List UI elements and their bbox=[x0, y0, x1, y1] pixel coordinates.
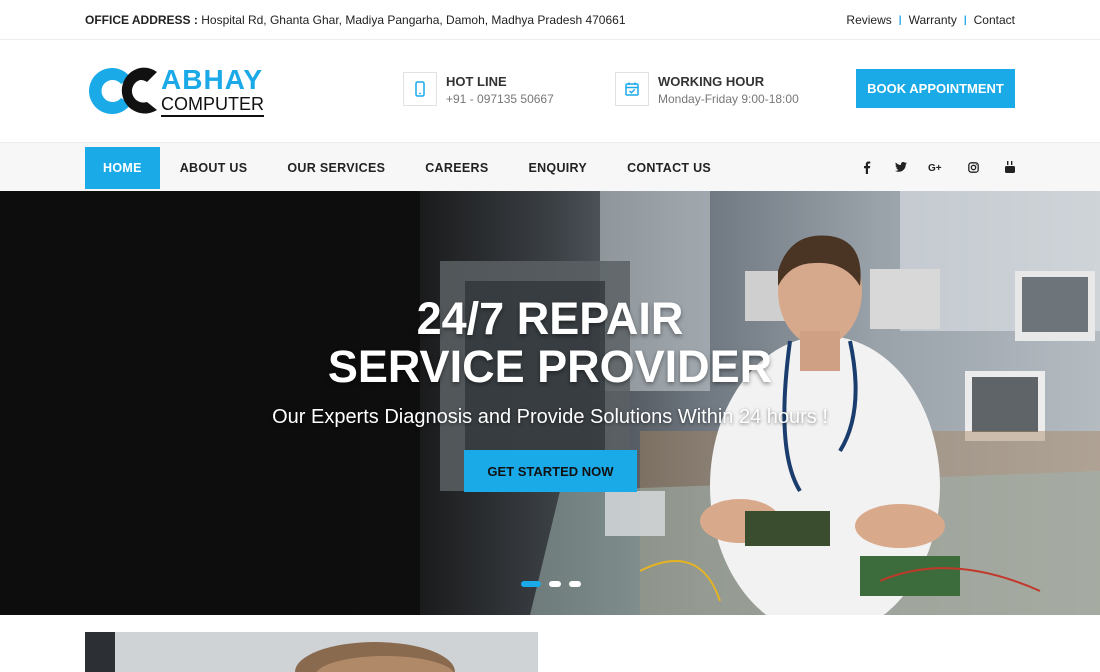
main-navbar: HOME ABOUT US OUR SERVICES CAREERS ENQUI… bbox=[0, 142, 1100, 191]
working-hour-title: WORKING HOUR bbox=[658, 74, 765, 89]
logo-text-primary: ABHAY bbox=[161, 64, 263, 95]
hero-background-image bbox=[0, 191, 1100, 615]
twitter-icon[interactable] bbox=[871, 158, 907, 176]
hero-title-line-1: 24/7 REPAIR bbox=[416, 293, 684, 344]
nav-item-careers[interactable]: CAREERS bbox=[405, 147, 508, 189]
google-plus-icon[interactable]: G+ bbox=[907, 158, 943, 176]
slide-dot-3[interactable] bbox=[569, 581, 581, 587]
phone-icon bbox=[403, 72, 437, 106]
hero-subtitle: Our Experts Diagnosis and Provide Soluti… bbox=[272, 406, 828, 428]
about-image bbox=[85, 632, 538, 672]
link-separator: | bbox=[963, 14, 967, 26]
top-links: Reviews | Warranty | Contact bbox=[846, 13, 1015, 27]
office-address: OFFICE ADDRESS : Hospital Rd, Ghanta Gha… bbox=[85, 13, 626, 27]
nav-item-contact-us[interactable]: CONTACT US bbox=[607, 147, 731, 189]
site-header: ABHAY COMPUTER HOT LINE +91 - 097135 506… bbox=[0, 40, 1100, 142]
nav-item-home[interactable]: HOME bbox=[85, 147, 160, 189]
office-address-label: OFFICE ADDRESS : bbox=[85, 13, 198, 27]
working-hour-text: Monday-Friday 9:00-18:00 bbox=[658, 92, 799, 106]
office-address-text: Hospital Rd, Ghanta Ghar, Madiya Pangarh… bbox=[201, 13, 626, 27]
get-started-button[interactable]: GET STARTED NOW bbox=[464, 450, 637, 492]
logo-mark-icon bbox=[89, 67, 157, 115]
contact-link[interactable]: Contact bbox=[974, 13, 1015, 27]
main-nav: HOME ABOUT US OUR SERVICES CAREERS ENQUI… bbox=[85, 147, 731, 189]
nav-item-about-us[interactable]: ABOUT US bbox=[160, 147, 268, 189]
warranty-link[interactable]: Warranty bbox=[909, 13, 957, 27]
calendar-check-icon bbox=[615, 72, 649, 106]
top-bar: OFFICE ADDRESS : Hospital Rd, Ghanta Gha… bbox=[0, 0, 1100, 40]
working-hour-block: WORKING HOUR Monday-Friday 9:00-18:00 bbox=[615, 72, 835, 108]
about-image-photo bbox=[85, 632, 538, 672]
reviews-link[interactable]: Reviews bbox=[846, 13, 891, 27]
youtube-icon[interactable] bbox=[979, 158, 1015, 176]
logo-text-secondary: COMPUTER bbox=[161, 94, 264, 117]
instagram-icon[interactable] bbox=[943, 158, 979, 176]
hotline-number[interactable]: +91 - 097135 50667 bbox=[446, 92, 554, 106]
slide-dot-2[interactable] bbox=[549, 581, 561, 587]
nav-item-our-services[interactable]: OUR SERVICES bbox=[267, 147, 405, 189]
hero-title-line-2: SERVICE PROVIDER bbox=[327, 341, 773, 392]
nav-item-enquiry[interactable]: ENQUIRY bbox=[508, 147, 607, 189]
facebook-icon[interactable] bbox=[835, 158, 871, 176]
hotline-block: HOT LINE +91 - 097135 50667 bbox=[403, 72, 603, 108]
site-logo[interactable]: ABHAY COMPUTER bbox=[85, 64, 265, 118]
slider-pagination bbox=[521, 581, 589, 587]
book-appointment-button[interactable]: BOOK APPOINTMENT bbox=[856, 69, 1015, 108]
link-separator: | bbox=[898, 14, 902, 26]
svg-text:G+: G+ bbox=[928, 163, 942, 172]
social-links: G+ bbox=[835, 158, 1015, 176]
hotline-title: HOT LINE bbox=[446, 74, 507, 89]
hero-slider: 24/7 REPAIR SERVICE PROVIDER Our Experts… bbox=[0, 191, 1100, 615]
slide-dot-1[interactable] bbox=[521, 581, 541, 587]
